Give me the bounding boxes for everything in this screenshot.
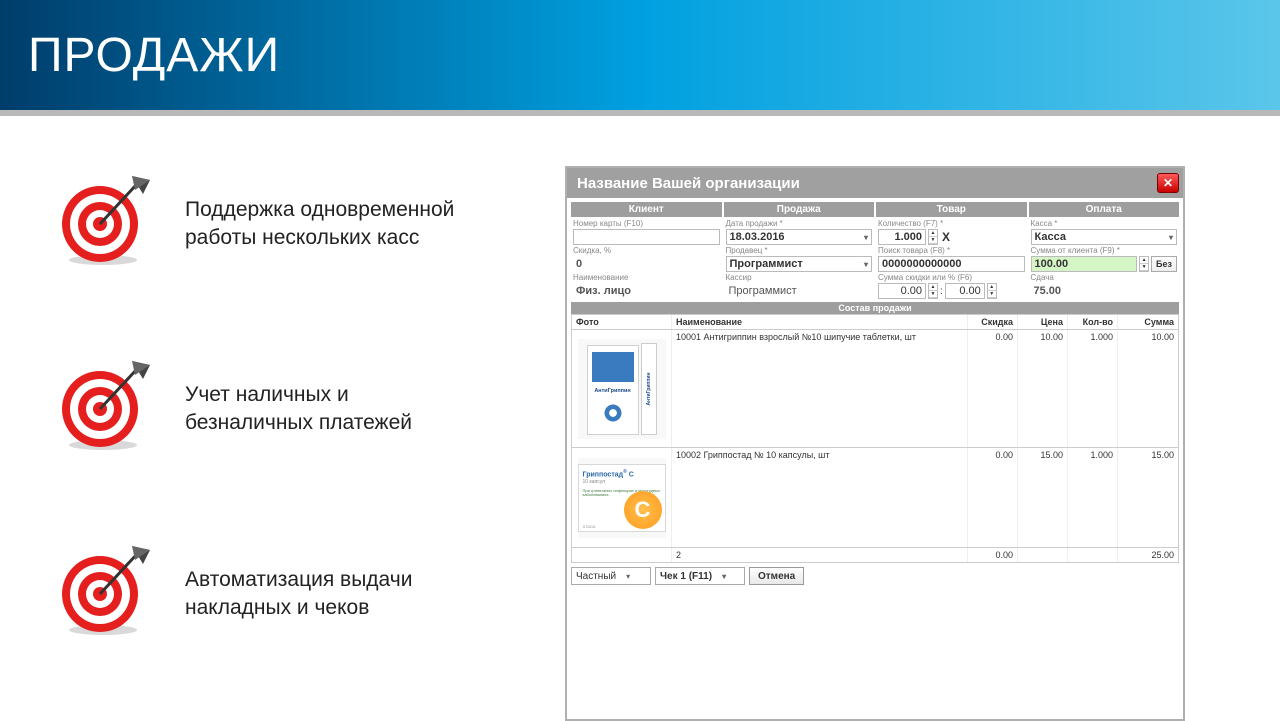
feature-item: Учет наличных и безналичных платежей — [55, 351, 475, 451]
panel-header-client: Клиент — [571, 202, 722, 217]
total-count: 2 — [672, 548, 968, 562]
table-header-row: Фото Наименование Скидка Цена Кол-во Сум… — [571, 314, 1179, 330]
label-cashier: Кассир — [726, 274, 873, 282]
quantity-spinner[interactable]: ▲▼ — [928, 229, 938, 245]
discount-pct-value: 0 — [573, 256, 720, 272]
sale-date-input[interactable]: 18.03.2016▾ — [726, 229, 873, 245]
table-row[interactable]: Гриппостад® С 10 капсул При гриппозных и… — [571, 448, 1179, 548]
total-sum: 25.00 — [1118, 548, 1178, 562]
feature-text: Автоматизация выдачи накладных и чеков — [185, 536, 475, 623]
col-sum: Сумма — [1118, 315, 1178, 329]
col-photo: Фото — [572, 315, 672, 329]
col-discount: Скидка — [968, 315, 1018, 329]
multiply-label: X — [940, 230, 952, 244]
discount-spinner-2[interactable]: ▲▼ — [987, 283, 997, 299]
feature-text: Поддержка одновременной работы нескольки… — [185, 166, 475, 253]
chevron-down-icon: ▾ — [626, 572, 630, 581]
label-change: Сдача — [1031, 274, 1178, 282]
client-name-value: Физ. лицо — [573, 283, 720, 299]
panel-header-sale: Продажа — [724, 202, 875, 217]
panel-header-product: Товар — [876, 202, 1027, 217]
content-area: Поддержка одновременной работы нескольки… — [0, 116, 1280, 721]
col-name: Наименование — [672, 315, 968, 329]
seller-select[interactable]: Программист▾ — [726, 256, 873, 272]
feature-item: Поддержка одновременной работы нескольки… — [55, 166, 475, 266]
cell-price: 15.00 — [1018, 448, 1068, 547]
cell-name: 10001 Антигриппин взрослый №10 шипучие т… — [672, 330, 968, 447]
feature-list: Поддержка одновременной работы нескольки… — [55, 166, 475, 721]
page-title: ПРОДАЖИ — [28, 28, 280, 83]
cell-discount: 0.00 — [968, 448, 1018, 547]
target-icon — [55, 536, 155, 636]
discount-pct-input[interactable]: 0.00 — [945, 283, 985, 299]
receipt-select[interactable]: Чек 1 (F11)▾ — [655, 567, 745, 585]
label-seller: Продавец * — [726, 247, 873, 255]
label-quantity: Количество (F7) * — [878, 220, 1025, 228]
cancel-button[interactable]: Отмена — [749, 567, 804, 585]
target-icon — [55, 351, 155, 451]
discount-spinner-1[interactable]: ▲▼ — [928, 283, 938, 299]
product-image — [578, 339, 666, 439]
from-client-input[interactable]: 100.00 — [1031, 256, 1138, 272]
panel-headers: Клиент Продажа Товар Оплата — [567, 198, 1183, 219]
label-discount-amount: Сумма скидки или % (F6) — [878, 274, 1025, 282]
label-sale-date: Дата продажи * — [726, 220, 873, 228]
cashless-button[interactable]: Без — [1151, 256, 1177, 272]
page-header: ПРОДАЖИ — [0, 0, 1280, 110]
cashier-value: Программист — [726, 283, 873, 299]
total-discount: 0.00 — [968, 548, 1018, 562]
chevron-down-icon: ▾ — [864, 260, 868, 269]
sale-type-select[interactable]: Частный▾ — [571, 567, 651, 585]
chevron-down-icon: ▾ — [1169, 233, 1173, 242]
chevron-down-icon: ▾ — [864, 233, 868, 242]
window-titlebar: Название Вашей организации ✕ — [567, 168, 1183, 198]
cell-sum: 10.00 — [1118, 330, 1178, 447]
product-search-input[interactable]: 0000000000000 — [878, 256, 1025, 272]
table-row[interactable]: 10001 Антигриппин взрослый №10 шипучие т… — [571, 330, 1179, 448]
close-button[interactable]: ✕ — [1157, 173, 1179, 193]
cell-name: 10002 Гриппостад № 10 капсулы, шт — [672, 448, 968, 547]
cell-discount: 0.00 — [968, 330, 1018, 447]
label-card-number: Номер карты (F10) — [573, 220, 720, 228]
target-icon — [55, 166, 155, 266]
bottom-bar: Частный▾ Чек 1 (F11)▾ Отмена — [567, 563, 1183, 589]
product-image: Гриппостад® С 10 капсул При гриппозных и… — [578, 458, 666, 538]
close-icon: ✕ — [1163, 176, 1173, 190]
from-client-spinner[interactable]: ▲▼ — [1139, 256, 1149, 272]
composition-header: Состав продажи — [571, 302, 1179, 314]
feature-text: Учет наличных и безналичных платежей — [185, 351, 475, 438]
change-value: 75.00 — [1031, 283, 1178, 299]
feature-item: Автоматизация выдачи накладных и чеков — [55, 536, 475, 636]
quantity-input[interactable]: 1.000 — [878, 229, 926, 245]
cell-price: 10.00 — [1018, 330, 1068, 447]
items-table: Фото Наименование Скидка Цена Кол-во Сум… — [571, 314, 1179, 563]
col-price: Цена — [1018, 315, 1068, 329]
cell-qty: 1.000 — [1068, 448, 1118, 547]
totals-row: 2 0.00 25.00 — [571, 548, 1179, 563]
card-number-input[interactable] — [573, 229, 720, 245]
label-discount-pct: Скидка, % — [573, 247, 720, 255]
panel-header-payment: Оплата — [1029, 202, 1180, 217]
cash-register-select[interactable]: Касса▾ — [1031, 229, 1178, 245]
label-client-name: Наименование — [573, 274, 720, 282]
pos-window: Название Вашей организации ✕ Клиент Прод… — [565, 166, 1185, 721]
window-title: Название Вашей организации — [577, 175, 800, 192]
label-from-client: Сумма от клиента (F9) * — [1031, 247, 1178, 255]
col-qty: Кол-во — [1068, 315, 1118, 329]
cell-sum: 15.00 — [1118, 448, 1178, 547]
label-product-search: Поиск товара (F8) * — [878, 247, 1025, 255]
discount-amount-input[interactable]: 0.00 — [878, 283, 926, 299]
cell-qty: 1.000 — [1068, 330, 1118, 447]
label-cash-register: Касса * — [1031, 220, 1178, 228]
chevron-down-icon: ▾ — [722, 572, 726, 581]
